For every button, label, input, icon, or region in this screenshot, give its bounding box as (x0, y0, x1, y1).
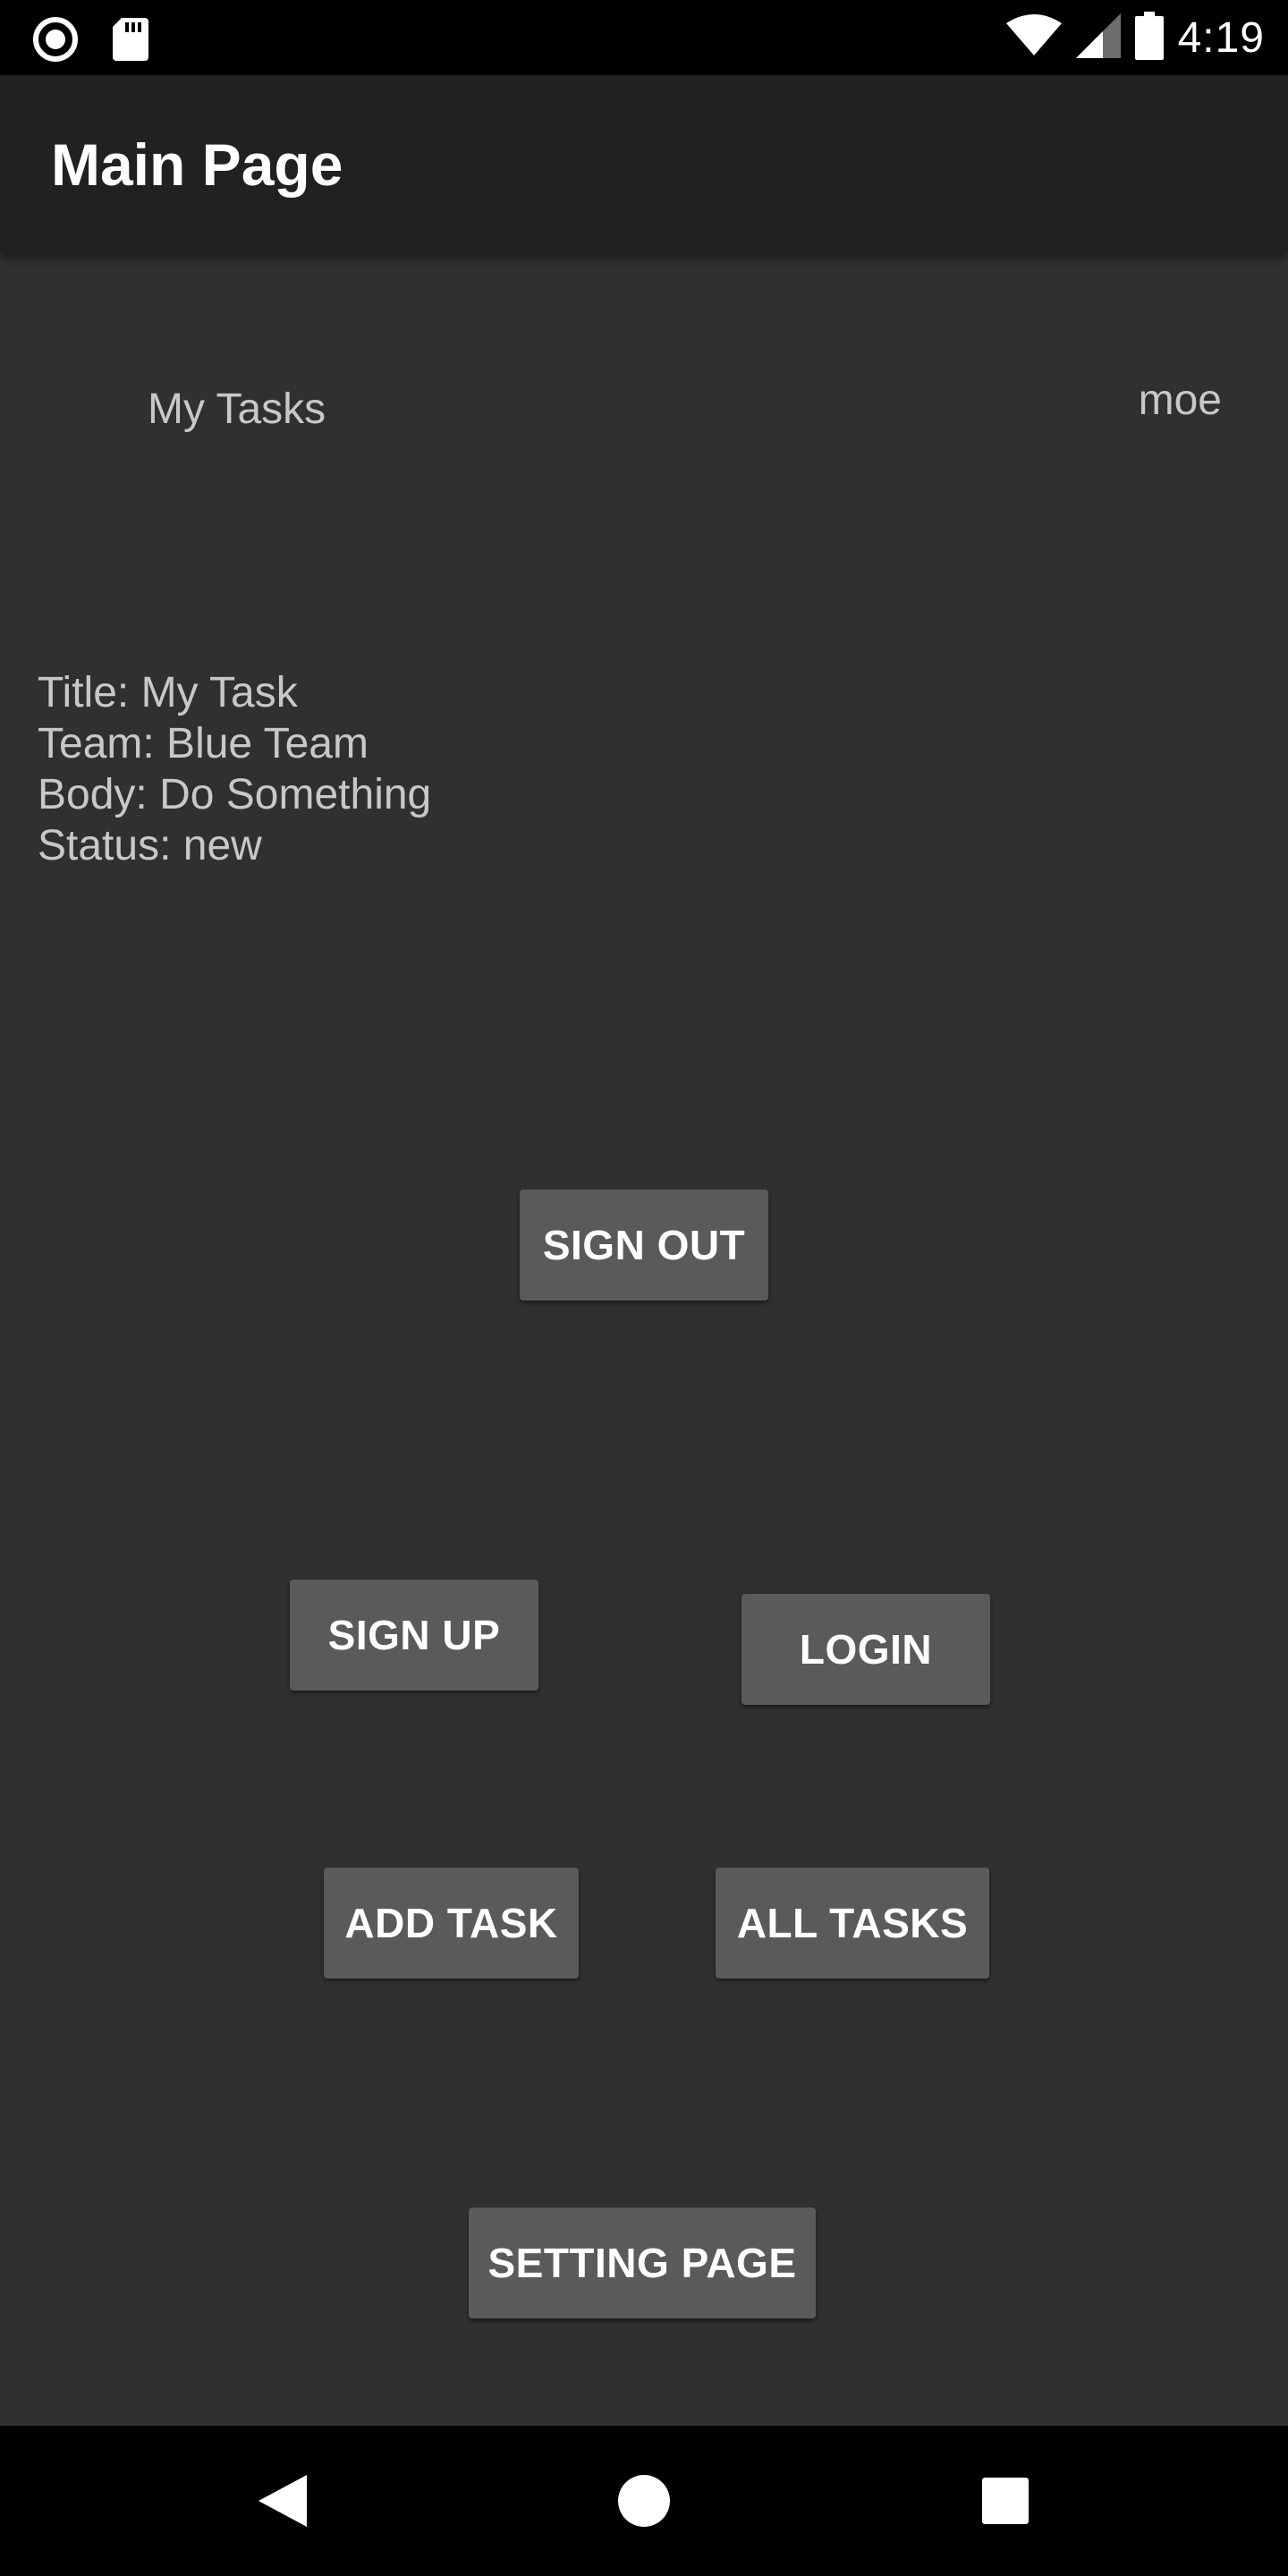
username-label: moe (1138, 377, 1222, 424)
task-body: Body: Do Something (38, 771, 432, 818)
task-title: Title: My Task (38, 669, 298, 716)
recents-icon[interactable] (973, 2469, 1038, 2533)
main-page-screen: 4:19 Main Page My Tasks moe Title: My Ta… (0, 0, 1288, 2576)
radio-button-icon (32, 16, 79, 67)
add-task-button[interactable]: ADD TASK (324, 1868, 579, 1979)
my-tasks-label: My Tasks (148, 386, 326, 433)
task-team: Team: Blue Team (38, 720, 369, 767)
task-status: Status: new (38, 822, 262, 869)
battery-icon (1134, 11, 1164, 64)
page-title: Main Page (51, 131, 343, 198)
status-bar: 4:19 (0, 0, 1288, 75)
back-icon[interactable] (250, 2469, 315, 2533)
sign-up-button[interactable]: SIGN UP (290, 1580, 538, 1690)
all-tasks-button[interactable]: ALL TASKS (716, 1868, 989, 1979)
sign-out-button[interactable]: SIGN OUT (520, 1190, 768, 1301)
setting-page-button[interactable]: SETTING PAGE (469, 2207, 816, 2318)
app-bar: Main Page (0, 75, 1288, 252)
login-button[interactable]: LOGIN (741, 1594, 990, 1705)
sd-card-icon (113, 18, 148, 65)
home-icon[interactable] (612, 2469, 676, 2533)
status-time: 4:19 (1177, 13, 1265, 62)
navigation-bar (0, 2426, 1288, 2576)
wifi-icon (1005, 13, 1062, 62)
task-list-item[interactable]: Title: My Task Team: Blue Team Body: Do … (38, 667, 431, 871)
cellular-signal-icon (1075, 13, 1121, 63)
